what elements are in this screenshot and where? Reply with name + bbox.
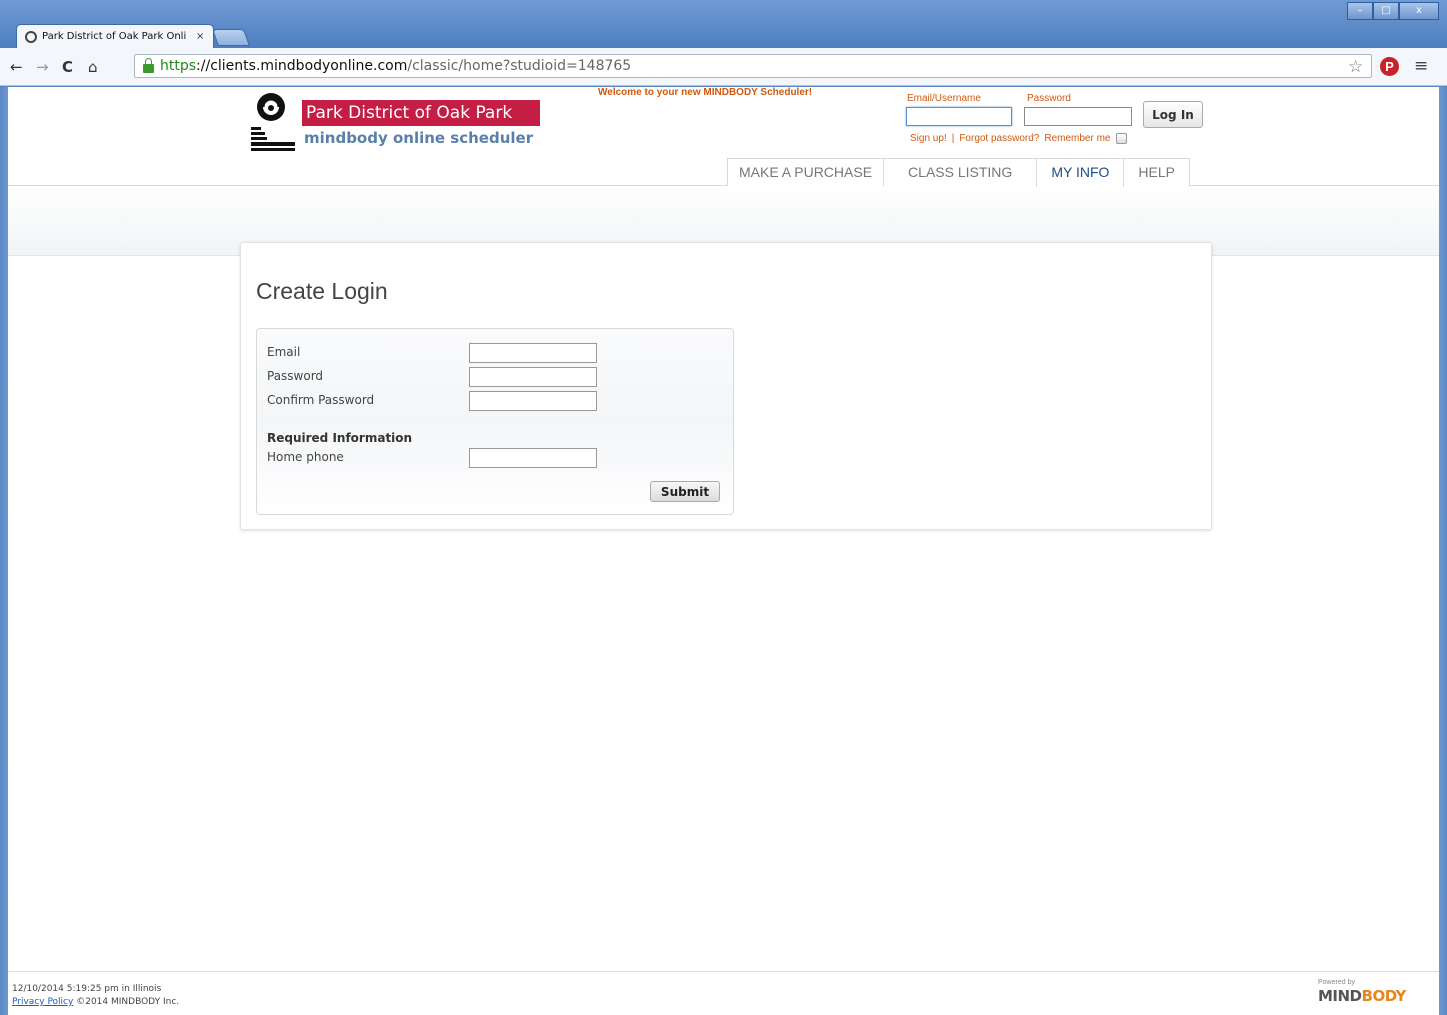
submit-button[interactable]: Submit [650,481,720,502]
url-host: ://clients.mindbodyonline.com [196,58,408,74]
star-icon[interactable]: ☆ [1348,57,1363,77]
tab-title: Park District of Oak Park Onli [42,31,187,42]
create-login-form: Email Password Confirm Password Required… [256,328,734,515]
window-titlebar: – □ x Park District of Oak Park Onli × [0,0,1447,48]
home-phone-field[interactable] [469,448,597,468]
home-icon[interactable]: ⌂ [88,58,98,76]
email-username-label: Email/Username [907,93,981,104]
remember-me-checkbox[interactable] [1115,133,1127,144]
tab-help[interactable]: HELP [1123,158,1190,186]
main-nav-tabs: MAKE A PURCHASE CLASS LISTING MY INFO HE… [727,158,1190,187]
window-frame-left [0,87,8,1015]
confirm-password-field[interactable] [469,391,597,411]
new-tab-button[interactable] [211,29,251,46]
page-title: Create Login [256,278,388,304]
mindbody-wordmark-body: BODY [1361,987,1407,1005]
park-district-logo-icon [251,93,295,151]
tab-close-icon[interactable]: × [196,31,204,42]
welcome-message: Welcome to your new MINDBODY Scheduler! [598,87,813,98]
log-in-button[interactable]: Log In [1143,101,1203,128]
page-favicon-icon [25,30,37,43]
mindbody-wordmark: MINDBODY [1318,987,1406,1005]
forward-icon[interactable]: → [36,58,49,76]
powered-by-mindbody-logo[interactable]: Powered by MINDBODY [1318,979,1428,1009]
site-header: Park District of Oak Park mindbody onlin… [8,87,1439,187]
footer-legal: Privacy Policy ©2014 MINDBODY Inc. [12,997,179,1007]
url-scheme: https [160,58,197,74]
site-footer: 12/10/2014 5:19:25 pm in Illinois Privac… [8,971,1439,1015]
close-window-button[interactable]: x [1399,2,1439,20]
page-viewport: Park District of Oak Park mindbody onlin… [8,87,1439,1015]
email-field[interactable] [469,343,597,363]
footer-timestamp: 12/10/2014 5:19:25 pm in Illinois [12,984,162,994]
minimize-button[interactable]: – [1347,2,1373,20]
password-field-label: Password [267,369,324,383]
window-frame-right [1439,87,1447,1015]
forgot-password-link[interactable]: Forgot password? [959,133,1039,144]
pinterest-icon[interactable]: P [1380,57,1399,76]
reload-icon[interactable]: C [62,58,73,76]
password-field[interactable] [469,367,597,387]
menu-icon[interactable]: ≡ [1414,56,1428,76]
home-phone-label: Home phone [267,450,344,464]
required-information-heading: Required Information [267,431,413,445]
browser-toolbar: ← → C ⌂ https ://clients.mindbodyonline.… [0,48,1447,86]
remember-me-label: Remember me [1044,133,1111,144]
lock-icon [143,57,154,73]
copyright-text: ©2014 MINDBODY Inc. [76,997,180,1007]
privacy-policy-link[interactable]: Privacy Policy [12,997,73,1007]
sign-up-link[interactable]: Sign up! [910,133,947,144]
window-controls: – □ x [1347,2,1439,20]
tab-class-listing[interactable]: CLASS LISTING [883,158,1038,186]
brand-subtitle: mindbody online scheduler [304,129,534,147]
tab-make-a-purchase[interactable]: MAKE A PURCHASE [727,158,885,186]
link-separator: | [951,133,955,144]
powered-by-label: Powered by [1318,979,1355,986]
confirm-password-label: Confirm Password [267,393,375,407]
brand-name: Park District of Oak Park [302,100,540,126]
password-label: Password [1027,93,1071,104]
mindbody-wordmark-mind: MIND [1318,987,1362,1005]
tab-my-info[interactable]: MY INFO [1036,158,1125,187]
email-username-input[interactable] [906,107,1012,126]
login-links: Sign up! | Forgot password? Remember me [910,133,1127,144]
url-path: /classic/home?studioid=148765 [407,58,632,74]
browser-tab[interactable]: Park District of Oak Park Onli × [16,24,214,48]
address-bar[interactable]: https ://clients.mindbodyonline.com /cla… [134,54,1372,78]
password-input[interactable] [1024,107,1132,126]
email-label: Email [267,345,301,359]
maximize-button[interactable]: □ [1373,2,1399,20]
create-login-card: Create Login Email Password Confirm Pass… [240,242,1212,530]
back-icon[interactable]: ← [10,58,23,76]
